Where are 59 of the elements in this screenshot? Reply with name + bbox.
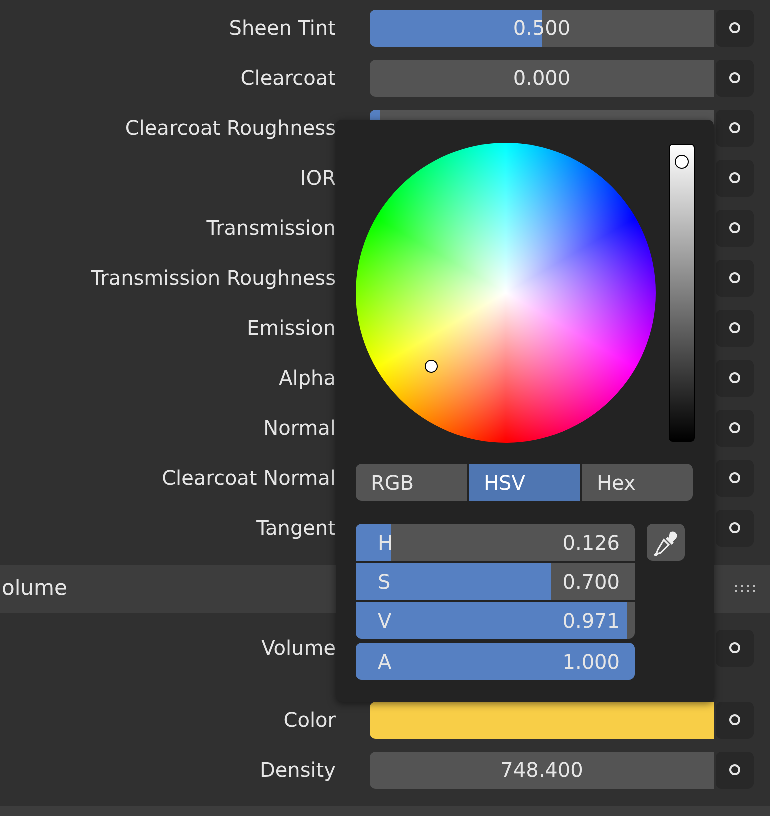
socket-icon	[729, 122, 741, 134]
mode-tab[interactable]: RGB	[356, 464, 467, 501]
property-label: Alpha	[278, 365, 336, 392]
property-label: IOR	[299, 165, 336, 192]
socket-icon	[729, 172, 741, 184]
socket-icon	[729, 522, 741, 534]
socket-button[interactable]	[716, 702, 754, 738]
socket-button[interactable]	[716, 410, 754, 446]
property-label: Sheen Tint	[228, 15, 336, 42]
socket-icon	[729, 222, 741, 234]
socket-icon	[729, 72, 741, 84]
mode-tab[interactable]: HSV	[469, 464, 580, 501]
property-label: Volume	[260, 635, 336, 662]
property-label: Transmission Roughness	[90, 265, 336, 292]
property-label: Normal	[262, 415, 336, 442]
socket-button[interactable]	[716, 310, 754, 346]
wheel-cursor[interactable]	[424, 360, 438, 374]
socket-icon	[729, 472, 741, 484]
property-label: Tangent	[256, 515, 336, 542]
socket-icon	[729, 764, 741, 776]
panel-header-title: olume	[1, 575, 68, 602]
color-swatch[interactable]	[370, 702, 714, 738]
property-label: Clearcoat	[240, 65, 336, 92]
socket-icon	[729, 372, 741, 384]
socket-button[interactable]	[716, 510, 754, 546]
socket-button[interactable]	[716, 60, 754, 96]
socket-icon	[729, 272, 741, 284]
socket-button[interactable]	[716, 752, 754, 788]
property-label: Color	[282, 707, 336, 734]
property-label: Clearcoat Normal	[161, 465, 336, 492]
value-slider[interactable]: 0.000	[370, 60, 714, 96]
socket-icon	[729, 322, 741, 334]
mode-tab[interactable]: Hex	[582, 464, 693, 501]
socket-button[interactable]	[716, 210, 754, 246]
socket-button[interactable]	[716, 460, 754, 496]
socket-icon	[729, 422, 741, 434]
socket-icon	[729, 22, 741, 34]
channel-slider[interactable]: V 0.971	[356, 602, 635, 639]
socket-icon	[729, 642, 741, 654]
property-label: Emission	[246, 315, 336, 342]
socket-button[interactable]	[716, 630, 754, 666]
socket-button[interactable]	[716, 10, 754, 46]
channel-slider[interactable]: A 1.000	[356, 643, 635, 680]
socket-button[interactable]	[716, 260, 754, 296]
eyedropper-icon	[653, 530, 679, 556]
property-label: Clearcoat Roughness	[124, 115, 336, 142]
property-label: Density	[258, 757, 336, 784]
property-label: Transmission	[206, 215, 336, 242]
value-slider[interactable]: 0.500	[370, 10, 714, 46]
socket-button[interactable]	[716, 160, 754, 196]
drag-handle-icon[interactable]	[734, 585, 756, 593]
socket-button[interactable]	[716, 110, 754, 146]
socket-button[interactable]	[716, 360, 754, 396]
channel-slider[interactable]: S 0.700	[356, 563, 635, 600]
socket-icon	[729, 714, 741, 726]
eyedropper-button[interactable]	[647, 524, 685, 561]
number-field[interactable]: 748.400	[370, 752, 714, 788]
value-bar[interactable]	[669, 144, 695, 442]
value-cursor[interactable]	[675, 155, 689, 170]
